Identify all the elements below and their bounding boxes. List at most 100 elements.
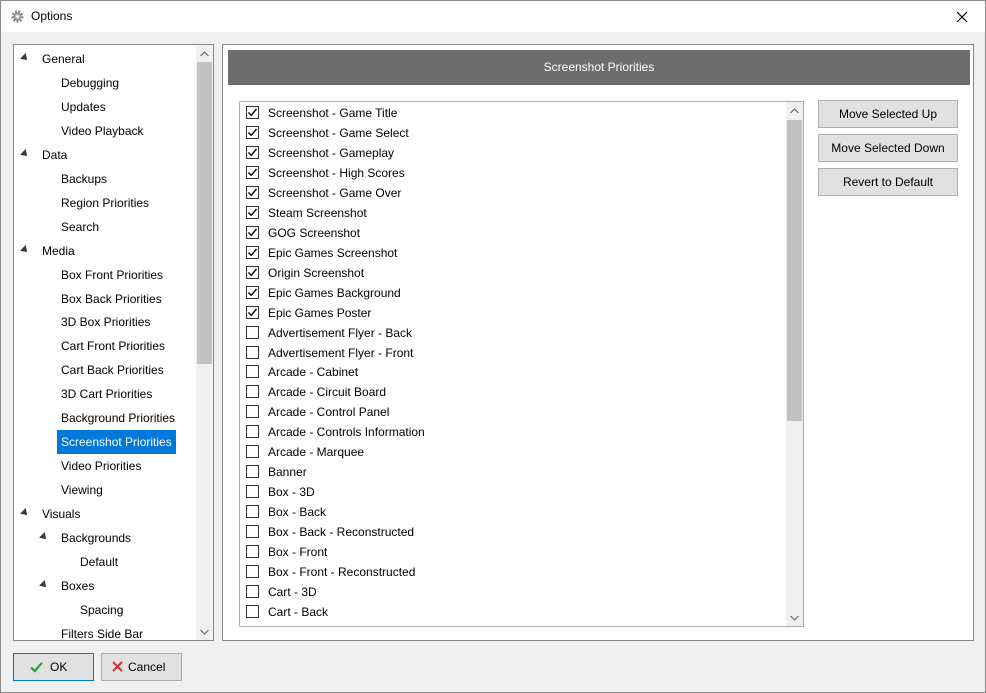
item-checkbox[interactable] — [246, 285, 259, 299]
tree-item-label: Filters Side Bar — [61, 626, 144, 641]
revert-to-default-button[interactable]: Revert to Default — [818, 168, 958, 196]
item-checkbox[interactable] — [246, 225, 259, 239]
item-label: Box - Front - Reconstructed — [268, 565, 416, 580]
item-checkbox[interactable] — [246, 125, 259, 139]
item-checkbox[interactable] — [246, 425, 259, 439]
tree-item-viewing[interactable]: Viewing — [57, 478, 107, 502]
checkmark-icon — [247, 168, 258, 177]
tree-item-debugging[interactable]: Debugging — [57, 71, 123, 95]
tree-item-cart-back-priorities[interactable]: Cart Back Priorities — [57, 358, 168, 382]
item-checkbox[interactable] — [246, 465, 259, 479]
cancel-button[interactable]: Cancel — [101, 653, 182, 681]
tree-scrollbar[interactable] — [196, 45, 213, 640]
tree-item-label: Cart Back Priorities — [61, 363, 164, 378]
scroll-up-button[interactable] — [786, 102, 803, 119]
expand-arrow-icon[interactable] — [20, 53, 30, 63]
item-checkbox[interactable] — [246, 545, 259, 559]
tree-item-label: Background Priorities — [61, 411, 176, 426]
item-checkbox[interactable] — [246, 265, 259, 279]
item-checkbox[interactable] — [246, 245, 259, 259]
tree-item-default[interactable]: Default — [76, 550, 122, 574]
list-scroll-thumb[interactable] — [787, 120, 802, 421]
item-checkbox[interactable] — [246, 485, 259, 499]
item-label: Box - Front — [268, 545, 328, 560]
item-label: Box - 3D — [268, 485, 315, 500]
tree-item-spacing[interactable]: Spacing — [76, 598, 127, 622]
item-checkbox[interactable] — [246, 585, 259, 599]
tree-item-label: Backgrounds — [61, 531, 132, 545]
close-button[interactable] — [939, 1, 985, 32]
expand-arrow-icon[interactable] — [39, 532, 49, 542]
item-checkbox[interactable] — [246, 385, 259, 399]
tree-item-search[interactable]: Search — [57, 215, 103, 239]
checkmark-icon — [247, 208, 258, 217]
item-checkbox[interactable] — [246, 345, 259, 359]
tree-item-background-priorities[interactable]: Background Priorities — [57, 406, 179, 430]
expand-arrow-icon[interactable] — [20, 244, 30, 255]
chevron-up-icon — [200, 50, 209, 56]
close-icon — [956, 11, 968, 22]
move-selected-up-button[interactable]: Move Selected Up — [818, 100, 958, 128]
item-label: Arcade - Marquee — [268, 445, 365, 460]
tree-item-3d-box-priorities[interactable]: 3D Box Priorities — [57, 310, 154, 334]
tree-item-data[interactable]: Data — [20, 143, 71, 167]
tree-item-filters-side-bar[interactable]: Filters Side Bar — [57, 622, 147, 641]
tree-item-screenshot-priorities[interactable]: Screenshot Priorities — [57, 430, 176, 455]
scroll-down-button[interactable] — [196, 623, 213, 640]
tree-item-region-priorities[interactable]: Region Priorities — [57, 191, 153, 215]
item-checkbox[interactable] — [246, 106, 259, 119]
tree-scroll-thumb[interactable] — [197, 62, 212, 364]
tree-item-box-back-priorities[interactable]: Box Back Priorities — [57, 287, 166, 311]
tree-item-cart-front-priorities[interactable]: Cart Front Priorities — [57, 334, 169, 358]
tree-item-video-priorities[interactable]: Video Priorities — [57, 454, 145, 478]
options-window: Options General Debugging Updates Video Pla… — [0, 0, 986, 693]
priority-list[interactable]: Screenshot - Game Title Screenshot - Game… — [239, 101, 804, 627]
tree-item-updates[interactable]: Updates — [57, 95, 110, 119]
item-checkbox[interactable] — [246, 605, 259, 618]
item-label: Screenshot - Game Title — [268, 106, 398, 120]
ok-button[interactable]: OK — [13, 653, 94, 681]
list-scrollbar[interactable] — [786, 102, 803, 626]
tree-item-box-front-priorities[interactable]: Box Front Priorities — [57, 263, 167, 287]
item-label: Epic Games Poster — [268, 305, 372, 320]
tree-item-boxes[interactable]: Boxes — [39, 574, 98, 598]
tree-item-3d-cart-priorities[interactable]: 3D Cart Priorities — [57, 382, 156, 406]
item-label: Advertisement Flyer - Front — [268, 345, 414, 360]
chevron-up-icon — [790, 107, 799, 113]
checkmark-icon — [30, 662, 43, 673]
tree-item-label: 3D Box Priorities — [61, 315, 151, 330]
tree-item-label: Video Priorities — [61, 459, 142, 474]
item-checkbox[interactable] — [246, 525, 259, 539]
item-checkbox[interactable] — [246, 165, 259, 179]
item-checkbox[interactable] — [246, 565, 259, 579]
item-label: Screenshot - Game Over — [268, 185, 402, 200]
item-checkbox[interactable] — [246, 145, 259, 159]
item-checkbox[interactable] — [246, 305, 259, 319]
move-selected-down-button[interactable]: Move Selected Down — [818, 134, 958, 162]
expand-arrow-icon[interactable] — [20, 148, 30, 159]
tree-item-media[interactable]: Media — [20, 239, 79, 263]
tree-item-label: Box Front Priorities — [61, 267, 164, 282]
item-checkbox[interactable] — [246, 505, 259, 519]
item-label: Arcade - Circuit Board — [268, 385, 387, 400]
tree-item-backups[interactable]: Backups — [57, 167, 111, 191]
expand-arrow-icon[interactable] — [39, 579, 49, 590]
tree-item-visuals[interactable]: Visuals — [20, 502, 84, 526]
item-checkbox[interactable] — [246, 185, 259, 199]
gear-icon — [11, 10, 24, 23]
item-checkbox[interactable] — [246, 205, 259, 219]
tree-item-general[interactable]: General — [20, 47, 89, 71]
item-checkbox[interactable] — [246, 445, 259, 459]
tree-item-label: Data — [42, 147, 68, 162]
tree-item-label: Search — [61, 219, 100, 234]
scroll-down-button[interactable] — [786, 609, 803, 626]
expand-arrow-icon[interactable] — [20, 508, 30, 518]
scroll-up-button[interactable] — [196, 45, 213, 62]
item-checkbox[interactable] — [246, 405, 259, 419]
item-checkbox[interactable] — [246, 365, 259, 379]
tree-item-video-playback[interactable]: Video Playback — [57, 119, 148, 143]
window-title: Options — [31, 9, 73, 23]
tree-item-backgrounds[interactable]: Backgrounds — [39, 526, 135, 550]
item-checkbox[interactable] — [246, 325, 259, 339]
tree-item-label: General — [42, 52, 85, 66]
